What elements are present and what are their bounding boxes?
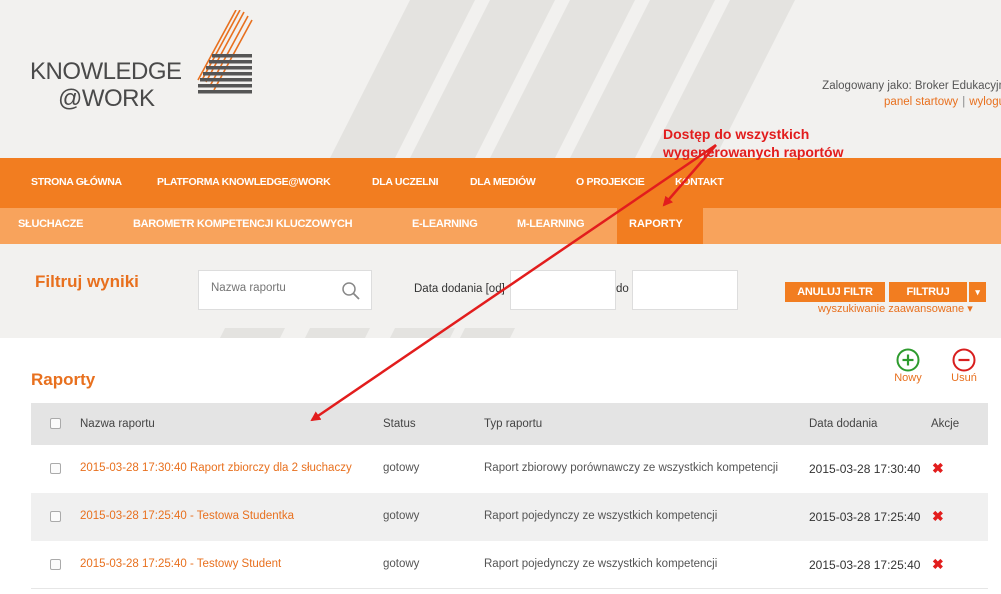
delete-row-icon[interactable]: ✖: [932, 461, 944, 475]
nav-item-home[interactable]: STRONA GŁÓWNA: [31, 176, 122, 188]
advanced-search-label: wyszukiwanie zaawansowane: [818, 303, 965, 315]
minus-circle-icon: [952, 348, 976, 372]
report-name-search[interactable]: [198, 270, 372, 310]
row-checkbox[interactable]: [50, 559, 61, 570]
report-date: 2015-03-28 17:25:40: [809, 510, 921, 524]
nav-item-contact[interactable]: KONTAKT: [675, 176, 724, 188]
row-checkbox[interactable]: [50, 511, 61, 522]
nav-item-media[interactable]: DLA MEDIÓW: [470, 176, 536, 188]
report-type: Raport pojedynczy ze wszystkich kompeten…: [484, 510, 718, 522]
filter-title: Filtruj wyniki: [35, 272, 139, 291]
site-header: KNOWLEDGE @WORK Zalogowany jako: Broker …: [0, 0, 1001, 158]
table-row: 2015-03-28 17:30:40 Raport zbiorczy dla …: [31, 445, 988, 493]
delete-report-label: Usuń: [951, 372, 977, 384]
search-icon[interactable]: [341, 281, 361, 301]
report-status: gotowy: [383, 510, 420, 522]
plus-circle-icon: [896, 348, 920, 372]
search-input[interactable]: [211, 282, 341, 294]
cancel-filter-button[interactable]: ANULUJ FILTR: [785, 282, 885, 302]
nav-item-about[interactable]: O PROJEKCIE: [576, 176, 645, 188]
logged-in-info: Zalogowany jako: Broker Edukacyjn: [822, 80, 1001, 92]
report-name-link[interactable]: 2015-03-28 17:25:40 - Testowa Studentka: [80, 510, 294, 522]
report-type: Raport zbiorowy porównawczy ze wszystkic…: [484, 462, 778, 474]
logo-text[interactable]: KNOWLEDGE @WORK: [30, 58, 182, 112]
logo-line-1: KNOWLEDGE: [30, 58, 182, 85]
report-date: 2015-03-28 17:25:40: [809, 558, 921, 572]
subnav-item-barometer[interactable]: BAROMETR KOMPETENCJI KLUCZOWYCH: [133, 218, 353, 230]
filter-button[interactable]: FILTRUJ: [889, 282, 967, 302]
subnav-item-reports-label: RAPORTY: [629, 218, 683, 230]
subnav-item-students[interactable]: SŁUCHACZE: [18, 218, 83, 230]
report-status: gotowy: [383, 558, 420, 570]
filter-dropdown-button[interactable]: ▾: [969, 282, 986, 302]
reports-title: Raporty: [31, 370, 96, 389]
advanced-search-link[interactable]: wyszukiwanie zaawansowane ▾: [818, 302, 973, 315]
annotation-callout: Dostęp do wszystkich wygenerowanych rapo…: [663, 125, 843, 161]
new-report-button[interactable]: Nowy: [891, 348, 925, 384]
column-header-date[interactable]: Data dodania: [809, 418, 877, 430]
nav-item-universities[interactable]: DLA UCZELNI: [372, 176, 439, 188]
logo-mark-icon: [197, 10, 253, 94]
filter-panel: Filtruj wyniki Data dodania [od] do ANUL…: [0, 244, 1001, 338]
annotation-line-2: wygenerowanych raportów: [663, 144, 844, 160]
nav-item-platform[interactable]: PLATFORMA KNOWLEDGE@WORK: [157, 176, 331, 188]
date-to-field[interactable]: [632, 270, 738, 310]
delete-report-button[interactable]: Usuń: [947, 348, 981, 384]
column-header-name[interactable]: Nazwa raportu: [80, 418, 155, 430]
table-row: 2015-03-28 17:25:40 - Testowy Student go…: [31, 541, 988, 589]
report-name-link[interactable]: 2015-03-28 17:25:40 - Testowy Student: [80, 558, 281, 570]
report-status: gotowy: [383, 462, 420, 474]
decorative-stripes: [220, 328, 515, 338]
column-header-actions: Akcje: [931, 418, 960, 430]
date-to-label: do: [616, 283, 629, 295]
logo-line-2: @WORK: [58, 85, 155, 112]
sub-navigation: SŁUCHACZE BAROMETR KOMPETENCJI KLUCZOWYC…: [0, 208, 1001, 244]
subnav-item-mlearning[interactable]: M-LEARNING: [517, 218, 585, 230]
logout-link[interactable]: wylogu: [969, 96, 1001, 108]
new-report-label: Nowy: [894, 372, 922, 384]
chevron-down-icon: ▾: [967, 303, 973, 315]
annotation-line-1: Dostęp do wszystkich: [663, 126, 810, 142]
delete-row-icon[interactable]: ✖: [932, 509, 944, 523]
main-navigation: STRONA GŁÓWNA PLATFORMA KNOWLEDGE@WORK D…: [0, 158, 1001, 208]
dashboard-link[interactable]: panel startowy: [884, 96, 958, 108]
report-type: Raport pojedynczy ze wszystkich kompeten…: [484, 558, 718, 570]
row-checkbox[interactable]: [50, 463, 61, 474]
table-row: 2015-03-28 17:25:40 - Testowa Studentka …: [31, 493, 988, 541]
delete-row-icon[interactable]: ✖: [932, 557, 944, 571]
subnav-item-elearning[interactable]: E-LEARNING: [412, 218, 478, 230]
reports-table-header: Nazwa raportu Status Typ raportu Data do…: [31, 403, 988, 445]
date-from-field[interactable]: [510, 270, 616, 310]
column-header-status[interactable]: Status: [383, 418, 416, 430]
subnav-item-reports[interactable]: RAPORTY: [617, 208, 703, 244]
user-links: panel startowy |wylogu: [884, 96, 1001, 108]
select-all-checkbox[interactable]: [50, 418, 61, 429]
report-name-link[interactable]: 2015-03-28 17:30:40 Raport zbiorczy dla …: [80, 462, 352, 474]
report-date: 2015-03-28 17:30:40: [809, 462, 921, 476]
link-separator: |: [962, 96, 966, 108]
column-header-type[interactable]: Typ raportu: [484, 418, 542, 430]
date-from-label: Data dodania [od]: [414, 283, 505, 295]
